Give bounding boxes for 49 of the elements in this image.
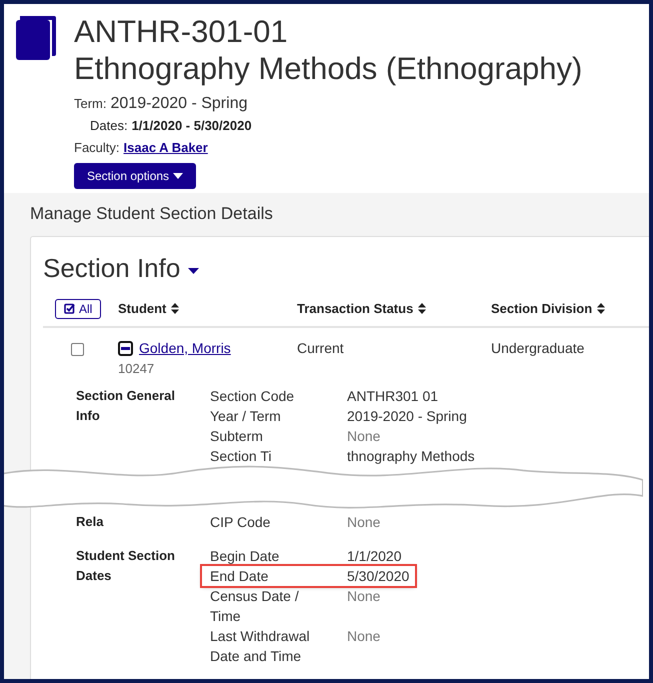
dates-label: Dates: bbox=[90, 117, 128, 135]
select-all-button[interactable]: All bbox=[55, 298, 102, 318]
table-cell-text: Undergraduate bbox=[491, 338, 584, 358]
term-value: 2019-2020 - Spring bbox=[110, 94, 248, 114]
section-code-title: ANTHR-301-01 bbox=[74, 14, 289, 50]
sort-icon[interactable] bbox=[418, 303, 426, 314]
table-cell-text: Current bbox=[297, 338, 345, 358]
field-value: thnography Methods bbox=[347, 447, 475, 466]
row-checkbox[interactable] bbox=[71, 342, 84, 356]
course-title: Ethnography Methods (Ethnography) bbox=[74, 50, 582, 88]
dates-value: 1/1/2020 - 5/30/2020 bbox=[132, 117, 252, 135]
group-heading: Section General Info bbox=[75, 387, 176, 425]
collapse-icon[interactable] bbox=[118, 340, 133, 356]
term-label: Term: bbox=[74, 95, 106, 113]
field-label: Begin Date bbox=[210, 547, 280, 566]
field-label: Census Date / Time bbox=[210, 587, 300, 626]
field-label: CIP Code bbox=[210, 513, 272, 532]
field-label: Subterm bbox=[210, 427, 264, 446]
section-heading: Section Info bbox=[43, 252, 180, 284]
group-heading: Rela bbox=[75, 513, 104, 531]
field-value: None bbox=[347, 513, 380, 532]
field-value: 1/1/2020 bbox=[347, 547, 402, 566]
field-label: Last Withdrawal Date and Time bbox=[210, 627, 311, 666]
field-value: None bbox=[347, 627, 380, 646]
column-header[interactable]: Transaction Status bbox=[297, 298, 414, 318]
student-id: 10247 bbox=[118, 360, 156, 378]
field-value: None bbox=[347, 587, 380, 606]
field-label: Section Code bbox=[210, 387, 296, 406]
panel-title: Manage Student Section Details bbox=[30, 203, 274, 225]
field-label: Year / Term bbox=[210, 407, 282, 426]
section-options-button[interactable]: Section options bbox=[74, 163, 196, 189]
faculty-link[interactable]: Isaac A Baker bbox=[124, 138, 208, 157]
field-value: None bbox=[347, 427, 380, 446]
field-value: ANTHR301 01 bbox=[347, 387, 438, 406]
field-label: End Date bbox=[210, 567, 270, 586]
caret-icon bbox=[173, 173, 184, 179]
column-header[interactable]: Section Division bbox=[491, 298, 592, 318]
field-value: 5/30/2020 bbox=[347, 567, 410, 586]
sort-icon[interactable] bbox=[597, 303, 606, 314]
field-value: 2019-2020 - Spring bbox=[347, 407, 467, 426]
sort-icon[interactable] bbox=[171, 303, 180, 314]
column-header[interactable]: Student bbox=[118, 298, 166, 318]
caret-icon[interactable] bbox=[188, 268, 200, 274]
book-icon bbox=[14, 14, 58, 62]
field-label: Section Ti bbox=[210, 447, 272, 466]
checkbox-icon bbox=[64, 303, 75, 314]
student-link[interactable]: Golden, Morris bbox=[139, 338, 231, 358]
group-heading: Student Section Dates bbox=[75, 547, 176, 585]
faculty-label: Faculty: bbox=[74, 138, 120, 157]
